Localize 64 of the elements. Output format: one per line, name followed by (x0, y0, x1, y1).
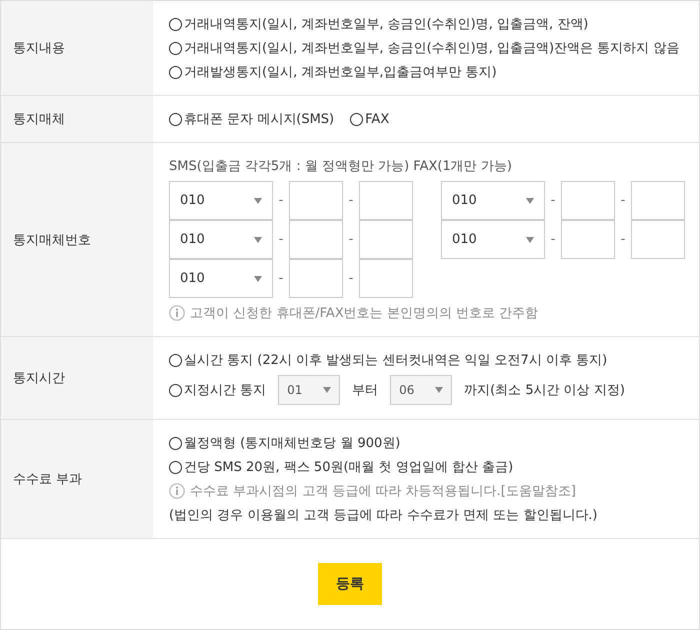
caret-icon (323, 387, 332, 393)
note-text: 고객이 신청한 휴대폰/FAX번호는 본인명의의 번호로 간주함 (190, 305, 538, 322)
input-field[interactable] (561, 181, 615, 220)
option-label: FAX (365, 112, 390, 126)
option-label: 건당 SMS 20원, 팩스 50원(매월 첫 영업일에 합산 출금) (184, 459, 514, 476)
separator: - (550, 232, 556, 247)
option-label: 까지(최소 5시간 이상 지정) (464, 382, 625, 399)
option-label: 부터 (352, 382, 378, 399)
option-label: 거래발생통지(일시, 계좌번호일부,입출금여부만 통지) (184, 64, 497, 81)
remark-text: (법인의 경우 이용월의 고객 등급에 따라 수수료가 면제 또는 할인됩니다.) (169, 507, 598, 524)
radio-button[interactable] (169, 384, 182, 396)
separator: - (550, 193, 556, 208)
radio-button[interactable] (169, 112, 182, 126)
radio-button[interactable] (350, 112, 364, 126)
separator: - (620, 193, 626, 208)
dropdown[interactable]: 010 (441, 181, 545, 220)
separator: - (278, 232, 284, 247)
row-label: 통지매체번호 (13, 232, 91, 248)
radio-button[interactable] (169, 460, 182, 474)
caret-icon (254, 276, 262, 282)
option-label: 실시간 통지 (22시 이후 발생되는 센터컷내역은 익일 오전7시 이후 통지) (184, 352, 608, 369)
input-field[interactable] (359, 259, 413, 298)
separator: - (278, 271, 284, 286)
dropdown[interactable]: 010 (169, 181, 273, 220)
caret-icon (526, 198, 534, 204)
info-icon (169, 305, 185, 321)
separator: - (620, 232, 626, 247)
separator: - (348, 193, 354, 208)
input-field[interactable] (359, 220, 413, 259)
separator: - (348, 271, 354, 286)
input-field[interactable] (289, 220, 343, 259)
row-label: 통지매체 (13, 111, 65, 128)
radio-button[interactable] (169, 354, 182, 366)
info-icon (169, 483, 185, 499)
separator: - (348, 232, 354, 247)
option-label: 휴대폰 문자 메시지(SMS) (184, 111, 334, 128)
separator: - (278, 193, 284, 208)
input-field[interactable] (359, 181, 413, 220)
radio-button[interactable] (169, 436, 182, 450)
note-text: 수수료 부과시점의 고객 등급에 따라 차등적용됩니다.[도움말참조] (190, 483, 576, 500)
caret-icon (254, 236, 262, 242)
dropdown[interactable]: 010 (169, 220, 273, 259)
input-field[interactable] (289, 259, 343, 298)
dropdown[interactable]: 010 (441, 220, 545, 259)
caret-icon (435, 387, 444, 393)
row-label: 통지시간 (13, 370, 65, 387)
input-field[interactable] (631, 220, 685, 259)
radio-button[interactable] (169, 66, 182, 78)
input-field[interactable] (561, 220, 615, 259)
row-label: 수수료 부과 (13, 471, 82, 488)
input-field[interactable] (631, 181, 685, 220)
dropdown[interactable]: 010 (169, 259, 273, 298)
option-label: 지정시간 통지 (184, 382, 266, 399)
option-label: 월정액형 (통지매체번호당 월 900원) (184, 435, 400, 452)
submit-button[interactable]: 등록 (318, 563, 382, 605)
radio-button[interactable] (169, 42, 182, 54)
caret-icon (254, 198, 262, 204)
input-field[interactable] (289, 181, 343, 220)
option-label: 거래내역통지(일시, 계좌번호일부, 송금인(수취인)명, 입출금액)잔액은 통지하지 않음 (184, 40, 680, 57)
row-label: 통지내용 (13, 40, 65, 57)
caption: SMS(입출금 각각5개 : 월 정액형만 가능) FAX(1개만 가능) (169, 158, 513, 175)
option-label: 거래내역통지(일시, 계좌번호일부, 송금인(수취인)명, 입출금액, 잔액) (184, 16, 588, 33)
radio-button[interactable] (169, 18, 182, 30)
caret-icon (526, 236, 534, 242)
